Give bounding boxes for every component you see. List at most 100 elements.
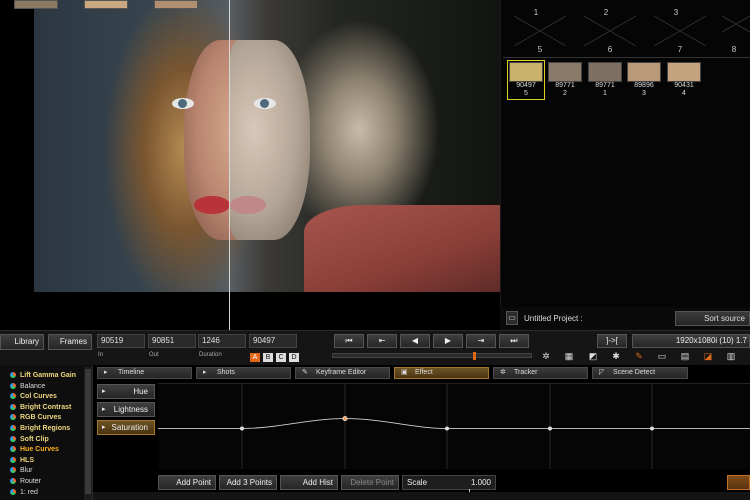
chevron-right-icon: ▸ xyxy=(104,369,108,376)
in-label: In xyxy=(98,352,104,358)
previous-marker-icon[interactable]: ⇤ xyxy=(367,334,397,348)
lightness-curve-button[interactable]: ▸ Lightness xyxy=(97,402,155,417)
still-label: 90431 4 xyxy=(674,82,694,97)
layout-icon[interactable]: ◪ xyxy=(702,351,714,362)
effect-dot-icon xyxy=(10,478,16,484)
empty-slot[interactable] xyxy=(721,15,750,46)
buffer-d-button[interactable]: D xyxy=(289,353,299,362)
curve-graph[interactable] xyxy=(158,384,750,469)
current-timecode-field[interactable]: 90497 xyxy=(249,334,297,348)
add-3-points-button[interactable]: Add 3 Points xyxy=(219,475,277,490)
effect-dot-icon xyxy=(10,382,16,389)
empty-slot-number: 5 xyxy=(537,45,543,54)
project-label: Untitled Project : xyxy=(524,314,583,323)
next-marker-icon[interactable]: ⇥ xyxy=(466,334,496,348)
effect-item[interactable]: RGB Curves xyxy=(10,413,61,424)
effect-item[interactable]: Router xyxy=(10,477,41,488)
hue-curve-button[interactable]: ▸ Hue xyxy=(97,384,155,399)
delete-point-button[interactable]: Delete Point xyxy=(341,475,399,490)
scale-field[interactable]: Scale 1.000 xyxy=(402,475,496,492)
effect-item[interactable]: Lift Gamma Gain xyxy=(10,371,76,382)
still-thumbnail[interactable] xyxy=(588,62,622,82)
gallery-top-thumb-3[interactable] xyxy=(154,0,198,9)
still-thumbnail[interactable] xyxy=(548,62,582,82)
effect-dot-icon xyxy=(10,425,16,431)
gallery-divider xyxy=(503,57,750,58)
in-timecode-field[interactable]: 90519 xyxy=(97,334,145,348)
tab-effect[interactable]: ▣ Effect xyxy=(394,367,489,379)
tab-shots[interactable]: ▸ Shots xyxy=(196,367,291,379)
split-compare-line[interactable] xyxy=(229,0,230,330)
scene-detect-icon: ◸ xyxy=(599,369,605,376)
effect-item[interactable]: 1: red xyxy=(10,488,38,499)
scrollbar-thumb[interactable] xyxy=(85,369,91,494)
go-to-start-icon[interactable]: ⏮ xyxy=(334,334,364,348)
still-label: 90497 5 xyxy=(516,82,536,97)
buffer-b-button[interactable]: B xyxy=(263,353,273,362)
resolution-selector[interactable]: 1920x1080i (10) 1.7 xyxy=(632,334,750,348)
frame-eye-right xyxy=(254,98,276,109)
frame-lips-left xyxy=(194,196,230,214)
frames-button[interactable]: Frames xyxy=(48,334,92,350)
split-view-icon[interactable]: ▥ xyxy=(725,351,737,362)
saturation-curve-button[interactable]: ▸ Saturation xyxy=(97,420,155,435)
wrench-icon[interactable]: ✎ xyxy=(633,351,645,362)
tab-tracker[interactable]: ✲ Tracker xyxy=(493,367,588,379)
empty-slot[interactable] xyxy=(513,15,567,47)
effect-item[interactable]: Soft Clip xyxy=(10,435,49,446)
in-out-button[interactable]: ]->[ xyxy=(597,334,627,348)
grid-icon[interactable]: ▦ xyxy=(563,351,575,362)
effect-dot-icon xyxy=(10,435,16,442)
chevron-right-icon: ▸ xyxy=(102,406,106,413)
frame-shirt xyxy=(304,205,500,292)
empty-slot-number: 6 xyxy=(607,45,613,54)
go-to-end-icon[interactable]: ⏭ xyxy=(499,334,529,348)
step-back-icon[interactable]: ◀ xyxy=(400,334,430,348)
still-label: 89771 2 xyxy=(555,82,575,97)
duration-field[interactable]: 1246 xyxy=(198,334,246,348)
effect-item[interactable]: Bright Regions xyxy=(10,424,70,435)
window-icon[interactable]: ▭ xyxy=(656,351,668,362)
buffer-a-button[interactable]: A xyxy=(250,353,260,362)
panel-icon[interactable]: ▤ xyxy=(679,351,691,362)
effect-item[interactable]: Col Curves xyxy=(10,392,57,403)
play-icon[interactable]: ▶ xyxy=(433,334,463,348)
add-hist-button[interactable]: Add Hist xyxy=(280,475,338,490)
buffer-c-button[interactable]: C xyxy=(276,353,286,362)
folder-icon[interactable]: ▭ xyxy=(506,311,518,325)
add-point-button[interactable]: Add Point xyxy=(158,475,216,490)
settings-icon[interactable]: ✲ xyxy=(540,351,552,362)
empty-slot[interactable] xyxy=(583,15,637,47)
curve-editor[interactable] xyxy=(158,383,750,469)
library-button[interactable]: Library xyxy=(0,334,44,350)
effect-item[interactable]: Bright Contrast xyxy=(10,403,71,414)
image-viewer[interactable] xyxy=(0,0,500,330)
empty-slot[interactable] xyxy=(653,15,707,47)
tab-keyframe-editor[interactable]: ✎ Keyframe Editor xyxy=(295,367,390,379)
chevron-right-icon: ▸ xyxy=(203,369,207,376)
options-button[interactable] xyxy=(727,475,750,490)
playback-scrubber[interactable] xyxy=(332,352,532,360)
playhead[interactable] xyxy=(473,352,476,360)
effect-item-active[interactable]: Hue Curves xyxy=(10,445,59,456)
tab-scene-detect[interactable]: ◸ Scene Detect xyxy=(592,367,688,379)
tab-timeline[interactable]: ▸ Timeline xyxy=(97,367,192,379)
effects-scrollbar[interactable] xyxy=(84,367,92,500)
effect-item[interactable]: HLS xyxy=(10,456,34,467)
still-thumbnail[interactable] xyxy=(627,62,661,82)
scale-label: Scale xyxy=(407,478,428,487)
star-icon[interactable]: ✱ xyxy=(610,351,622,362)
out-timecode-field[interactable]: 90851 xyxy=(148,334,196,348)
sort-source-button[interactable]: Sort source xyxy=(675,311,750,326)
gallery-top-thumb-2[interactable] xyxy=(84,0,128,9)
still-thumbnail[interactable] xyxy=(509,62,543,82)
scale-value: 1.000 xyxy=(470,478,491,487)
compare-icon[interactable]: ◩ xyxy=(587,351,599,362)
empty-slot-number: 8 xyxy=(731,45,737,54)
effect-dot-icon xyxy=(10,446,16,453)
gallery-top-thumb-1[interactable] xyxy=(14,0,58,9)
effect-item[interactable]: Blur xyxy=(10,466,32,477)
still-thumbnail[interactable] xyxy=(667,62,701,82)
bottom-strip xyxy=(93,492,750,500)
effect-item[interactable]: Balance xyxy=(10,382,45,393)
